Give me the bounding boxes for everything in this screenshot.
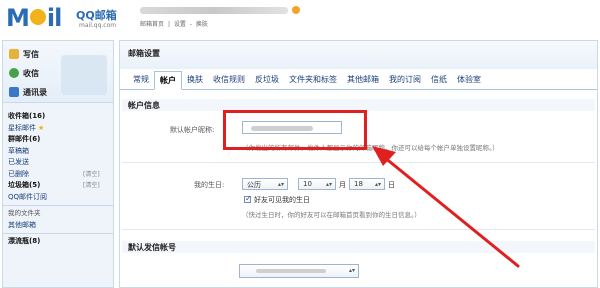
section-divider <box>122 162 595 163</box>
settings-tabs: 常规 帐户 换肤 收信规则 反垃圾 文件夹和标签 其他邮箱 我的订阅 信纸 体验… <box>120 71 597 90</box>
change-skin-link[interactable]: 换肤 <box>196 21 208 28</box>
section-divider <box>122 229 595 230</box>
tab-folders-labels[interactable]: 文件夹和标签 <box>284 71 342 89</box>
day-unit-label: 日 <box>388 181 395 189</box>
star-icon: ★ <box>38 123 45 132</box>
notification-dot-icon[interactable] <box>292 6 300 14</box>
drift-bottle-link[interactable]: 漂流瓶(8) <box>3 236 113 248</box>
tab-receive-rules[interactable]: 收信规则 <box>208 71 250 89</box>
folder-inbox[interactable]: 收件箱(16) <box>3 111 113 123</box>
page-title: 邮箱设置 <box>120 41 597 69</box>
envelope-illustration <box>61 55 107 95</box>
default-nickname-label: 默认帐户昵称: <box>170 126 215 134</box>
qq-mail-logo[interactable]: Mil QQ邮箱 mail.qq.com <box>6 4 132 32</box>
folder-qq-subscription[interactable]: QQ邮件订阅 <box>3 192 113 204</box>
header: Mil QQ邮箱 mail.qq.com 邮箱首页 | 设置 - 换肤 <box>0 0 600 38</box>
receive-icon <box>9 68 19 78</box>
receive-mail-button[interactable]: 收信 <box>9 65 39 81</box>
folder-deleted[interactable]: 已删除 [清空] <box>3 169 113 181</box>
my-folders-toggle[interactable]: 我的文件夹 <box>3 208 113 220</box>
address-book-icon <box>9 87 19 97</box>
tab-lab[interactable]: 体验室 <box>452 71 486 89</box>
birthday-hint: （快过生日时，你的好友可以在邮箱首页看到你的生日信息。） <box>242 211 421 219</box>
sidebar-divider <box>3 205 113 206</box>
sidebar: 写信 收信 通讯录 收件箱(16) 星标邮件 ★ 群邮件(6) 草稿箱 已发送 已… <box>2 40 114 288</box>
chevron-down-icon: ▴▾ <box>325 181 332 188</box>
tab-general[interactable]: 常规 <box>128 71 154 89</box>
default-sender-select[interactable]: ▴▾ <box>239 264 359 278</box>
birth-day-select[interactable]: 18 ▴▾ <box>349 178 385 190</box>
blurred-user-address <box>140 7 288 14</box>
month-unit-label: 月 <box>339 181 346 189</box>
folder-starred[interactable]: 星标邮件 ★ <box>3 123 113 135</box>
tab-other-mailbox[interactable]: 其他邮箱 <box>342 71 384 89</box>
tab-stationery[interactable]: 信纸 <box>426 71 452 89</box>
logo-url-text: mail.qq.com <box>79 22 117 29</box>
birthday-label: 我的生日: <box>194 181 225 189</box>
logo-circle-icon <box>29 9 46 25</box>
blurred-sender-value <box>256 269 326 273</box>
birthday-visible-label[interactable]: 好友可见我的生日 <box>254 195 310 205</box>
settings-link[interactable]: 设置 <box>174 21 186 28</box>
checkmark-icon: ✓ <box>245 194 252 203</box>
folder-sent[interactable]: 已发送 <box>3 157 113 169</box>
sender-section-header-bg <box>122 241 595 253</box>
logo-mark: Mil <box>6 4 62 32</box>
tab-my-subscriptions[interactable]: 我的订阅 <box>384 71 426 89</box>
quick-actions: 写信 收信 通讯录 <box>3 41 113 103</box>
settings-panel: 邮箱设置 常规 帐户 换肤 收信规则 反垃圾 文件夹和标签 其他邮箱 我的订阅 … <box>119 40 598 288</box>
highlight-box <box>223 110 367 150</box>
clear-deleted-link[interactable]: [清空] <box>83 169 100 181</box>
folder-group-mail[interactable]: 群邮件(6) <box>3 134 113 146</box>
mailbox-home-link[interactable]: 邮箱首页 <box>140 21 164 28</box>
chevron-down-icon: ▴▾ <box>348 267 355 274</box>
tab-anti-spam[interactable]: 反垃圾 <box>250 71 284 89</box>
other-mailbox-link[interactable]: 其他邮箱 <box>3 220 113 232</box>
sidebar-divider <box>3 233 113 234</box>
pen-icon <box>9 49 19 59</box>
calendar-type-select[interactable]: 公历 ▴▾ <box>242 178 288 190</box>
clear-spam-link[interactable]: [清空] <box>83 180 100 192</box>
tab-account[interactable]: 帐户 <box>154 71 182 90</box>
write-mail-button[interactable]: 写信 <box>9 46 39 62</box>
folder-spam[interactable]: 垃圾箱(5) [清空] <box>3 180 113 192</box>
logo-qq-text: QQ邮箱 <box>76 9 117 22</box>
account-info-heading: 帐户信息 <box>128 101 160 110</box>
header-links: 邮箱首页 | 设置 - 换肤 <box>140 21 208 28</box>
birth-month-select[interactable]: 10 ▴▾ <box>298 178 336 190</box>
birthday-visible-checkbox[interactable]: ✓ <box>244 194 252 203</box>
tab-skin[interactable]: 换肤 <box>182 71 208 89</box>
chevron-down-icon: ▴▾ <box>277 181 284 188</box>
folder-drafts[interactable]: 草稿箱 <box>3 146 113 158</box>
chevron-down-icon: ▴▾ <box>374 181 381 188</box>
contacts-button[interactable]: 通讯录 <box>9 84 47 100</box>
folder-list: 收件箱(16) 星标邮件 ★ 群邮件(6) 草稿箱 已发送 已删除 [清空] 垃圾箱… <box>3 111 113 248</box>
default-sender-heading: 默认发信帐号 <box>128 243 176 252</box>
